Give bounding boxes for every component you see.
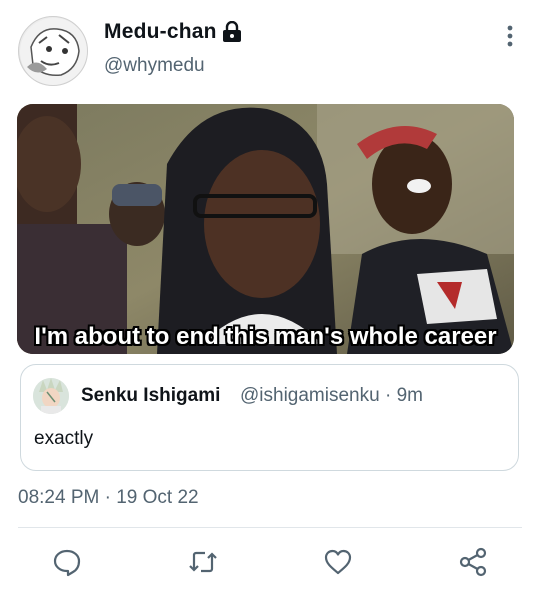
like-button[interactable] [322, 546, 354, 578]
quoted-tweet-text: exactly [34, 428, 94, 449]
more-options-icon[interactable] [500, 22, 520, 50]
like-icon [324, 549, 352, 575]
meme-image [17, 104, 514, 354]
media-caption: I'm about to end this man's whole career [34, 323, 497, 350]
quoted-tweet-card[interactable]: Senku Ishigami @ishigamisenku · 9m exact… [20, 364, 519, 471]
share-icon [459, 547, 487, 577]
reply-icon [53, 549, 81, 577]
divider [18, 527, 522, 528]
avatar-illustration [20, 18, 87, 85]
display-name[interactable]: Medu-chan [104, 20, 217, 44]
avatar[interactable] [18, 16, 88, 86]
retweet-button[interactable] [187, 546, 219, 578]
quoted-handle-time: @ishigamisenku · 9m [240, 385, 423, 406]
lock-icon [222, 20, 242, 43]
quoted-display-name[interactable]: Senku Ishigami [81, 385, 220, 407]
share-button[interactable] [457, 546, 489, 578]
quoted-avatar[interactable] [33, 378, 69, 414]
user-handle[interactable]: @whymedu [104, 55, 205, 77]
tweet-media-image[interactable]: I'm about to end this man's whole career [17, 104, 514, 354]
reply-button[interactable] [51, 546, 83, 578]
retweet-icon [189, 551, 217, 573]
tweet-timestamp[interactable]: 08:24 PM · 19 Oct 22 [18, 487, 199, 509]
